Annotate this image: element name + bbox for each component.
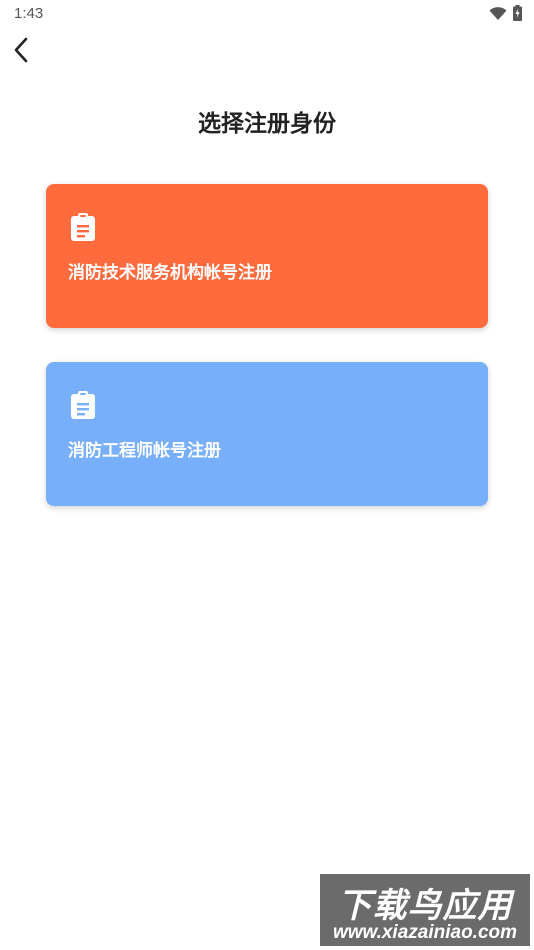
wifi-icon <box>489 6 507 25</box>
battery-charging-icon <box>513 5 522 25</box>
back-button[interactable] <box>6 36 36 68</box>
page-title: 选择注册身份 <box>198 111 336 137</box>
clipboard-icon <box>70 390 96 420</box>
status-time: 1:43 <box>14 5 44 22</box>
status-bar: 1:43 <box>0 0 534 28</box>
status-icons <box>489 5 522 25</box>
card-fire-engineer-registration[interactable]: 消防工程师帐号注册 <box>46 362 488 506</box>
clipboard-icon <box>70 212 96 242</box>
watermark-title: 下载鸟应用 <box>337 886 513 926</box>
watermark-url: www.xiazainiao.com <box>332 922 518 943</box>
card-label: 消防技术服务机构帐号注册 <box>68 263 272 283</box>
card-label: 消防工程师帐号注册 <box>68 441 221 461</box>
chevron-left-icon <box>13 37 29 67</box>
watermark-logo: 下载鸟应用 www.xiazainiao.com <box>320 874 530 946</box>
card-fire-tech-service-registration[interactable]: 消防技术服务机构帐号注册 <box>46 184 488 328</box>
